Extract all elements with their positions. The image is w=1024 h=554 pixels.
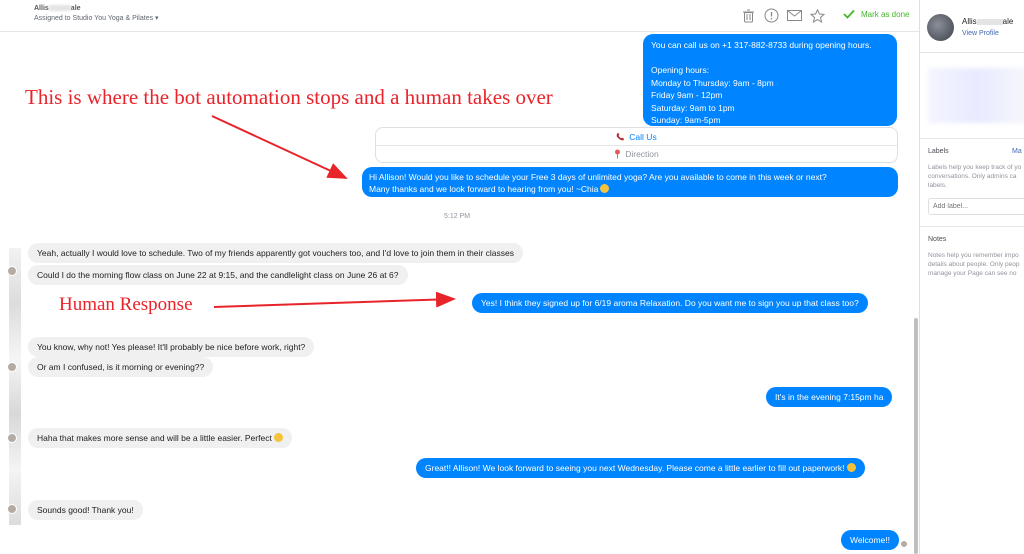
outgoing-message: It's in the evening 7:15pm ha	[766, 387, 893, 407]
arrow-to-bot-handoff	[211, 115, 348, 179]
contact-avatar	[7, 504, 17, 514]
labels-help-text: Labels help you keep track of yo	[928, 164, 1022, 171]
blurred-content	[928, 68, 1024, 123]
smiley-icon	[846, 463, 856, 472]
pin-icon	[615, 149, 621, 159]
conversation-scrollbar[interactable]	[914, 318, 918, 554]
phone-icon	[617, 132, 625, 141]
outgoing-message: Welcome!!	[841, 530, 899, 550]
divider	[920, 52, 1024, 53]
call-us-button[interactable]: Call Us	[376, 128, 897, 145]
annotation-bot-stop: This is where the bot automation stops a…	[25, 85, 553, 109]
incoming-message: Could I do the morning flow class on Jun…	[28, 265, 408, 285]
manage-labels-link[interactable]: Ma	[1012, 148, 1022, 155]
spam-icon[interactable]	[763, 7, 780, 24]
schedule-offer-bubble: Hi Allison! Would you like to schedule y…	[362, 167, 898, 197]
contact-name[interactable]: Allis ale	[34, 5, 81, 12]
incoming-message: Haha that makes more sense and will be a…	[28, 428, 292, 448]
page-avatar	[900, 540, 908, 548]
notes-title: Notes	[928, 236, 947, 243]
outgoing-message: Yes! I think they signed up for 6/19 aro…	[472, 293, 868, 313]
mark-as-done-button[interactable]: Mark as done	[843, 9, 909, 19]
profile-name: Allis ale	[962, 17, 1014, 26]
contact-info-panel: Allis ale View Profile Labels Ma Labels h…	[920, 0, 1024, 554]
smiley-icon	[600, 184, 610, 193]
arrow-to-human-response	[213, 291, 456, 308]
check-icon	[843, 9, 855, 19]
incoming-message: Yeah, actually I would love to schedule.…	[28, 243, 523, 263]
contact-avatar	[7, 433, 17, 443]
contact-avatar	[7, 266, 17, 276]
divider	[920, 138, 1024, 139]
contact-avatar-strip	[9, 248, 21, 525]
header-actions	[740, 7, 826, 24]
conversation-pane: Allis ale Assigned to Studio You Yoga & P…	[0, 0, 920, 554]
contact-avatar	[7, 362, 17, 372]
smiley-icon	[273, 433, 283, 442]
quick-reply-buttons: Call Us Direction	[375, 127, 898, 163]
mail-icon[interactable]	[786, 7, 803, 24]
add-label-field[interactable]	[928, 198, 1024, 215]
incoming-message: Sounds good! Thank you!	[28, 500, 143, 520]
redacted-text	[48, 5, 71, 12]
notes-help-text: manage your Page can see no	[928, 270, 1017, 277]
outgoing-message: Great!! Allison! We look forward to seei…	[416, 458, 865, 478]
divider	[920, 226, 1024, 227]
conversation-header: Allis ale Assigned to Studio You Yoga & P…	[0, 0, 919, 32]
notes-help-text: Notes help you remember impo	[928, 252, 1019, 259]
labels-title: Labels	[928, 148, 949, 155]
add-label-input[interactable]	[929, 199, 1024, 214]
direction-button[interactable]: Direction	[376, 145, 897, 162]
message-timestamp: 5:12 PM	[444, 213, 471, 220]
trash-icon[interactable]	[740, 7, 757, 24]
profile-avatar[interactable]	[927, 14, 954, 41]
annotation-human-response: Human Response	[59, 294, 193, 315]
opening-hours-bubble: You can call us on +1 317-882-8733 durin…	[643, 34, 897, 126]
view-profile-link[interactable]: View Profile	[962, 30, 999, 37]
labels-help-text: labels.	[928, 182, 947, 189]
star-icon[interactable]	[809, 7, 826, 24]
notes-help-text: details about people. Only peop	[928, 261, 1020, 268]
redacted-text	[976, 18, 1003, 25]
labels-help-text: conversations. Only admins ca	[928, 173, 1017, 180]
incoming-message: Or am I confused, is it morning or eveni…	[28, 357, 214, 377]
assigned-to-dropdown[interactable]: Assigned to Studio You Yoga & Pilates ▾	[34, 14, 159, 22]
incoming-message: You know, why not! Yes please! It'll pro…	[28, 337, 315, 357]
